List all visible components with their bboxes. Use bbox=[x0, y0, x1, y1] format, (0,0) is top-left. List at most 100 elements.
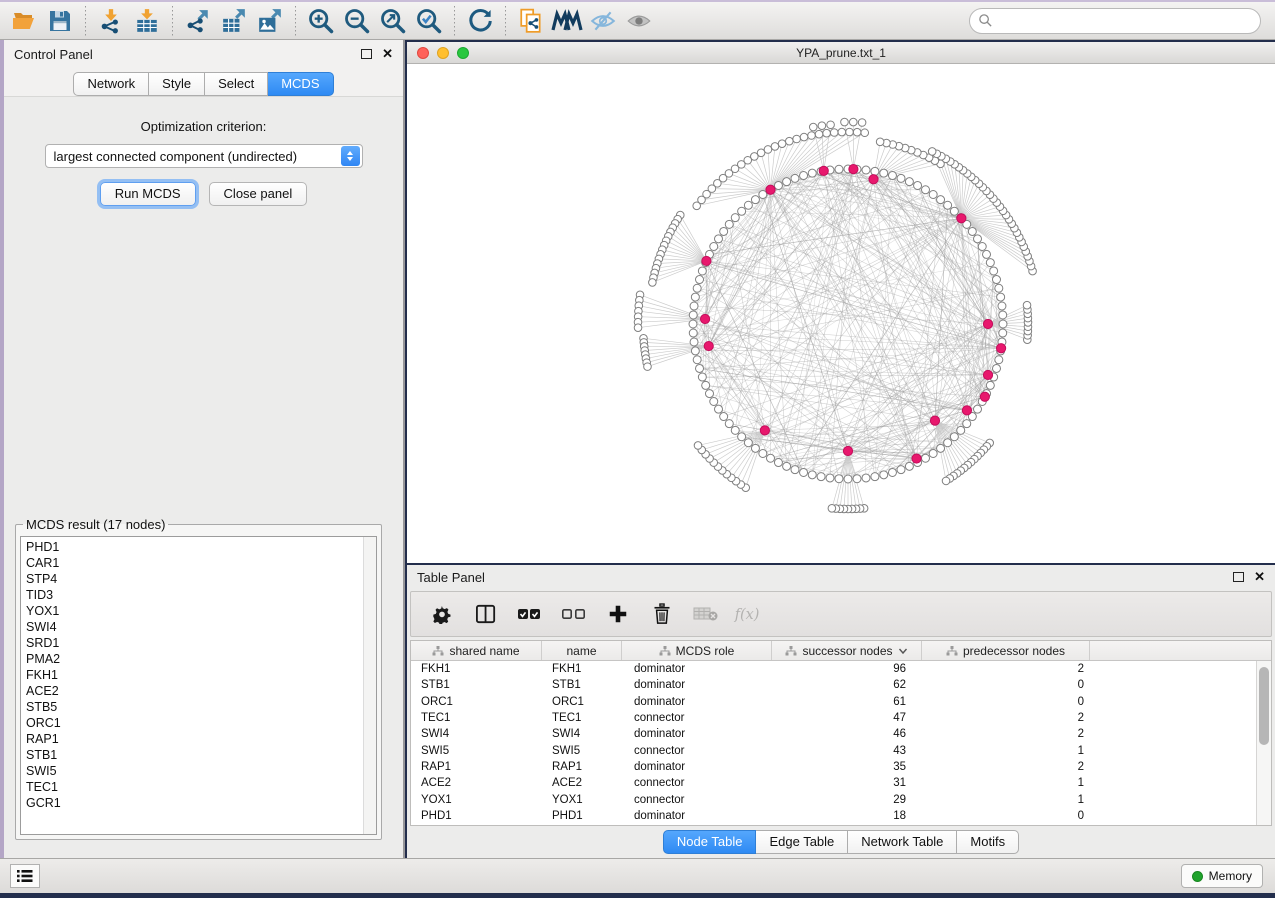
search-box[interactable] bbox=[969, 8, 1261, 34]
table-scrollbar[interactable] bbox=[1256, 661, 1271, 825]
delete-column-icon[interactable] bbox=[645, 597, 679, 631]
table-cell: 2 bbox=[922, 728, 1090, 740]
table-tab-motifs[interactable]: Motifs bbox=[957, 830, 1019, 854]
table-row[interactable]: ORC1ORC1dominator610 bbox=[411, 694, 1256, 710]
column-header-mcds-role[interactable]: MCDS role bbox=[622, 641, 772, 660]
table-tab-node-table[interactable]: Node Table bbox=[663, 830, 757, 854]
mcds-result-group: MCDS result (17 nodes) PHD1CAR1STP4TID3Y… bbox=[15, 517, 382, 840]
memory-button[interactable]: Memory bbox=[1181, 864, 1263, 888]
table-row[interactable]: FKH1FKH1dominator962 bbox=[411, 661, 1256, 677]
mcds-node-item[interactable]: STB1 bbox=[26, 747, 376, 763]
network-window-titlebar[interactable]: YPA_prune.txt_1 bbox=[407, 42, 1275, 64]
table-cell: 96 bbox=[772, 663, 922, 675]
delete-table-icon bbox=[689, 597, 723, 631]
mcds-node-item[interactable]: SRD1 bbox=[26, 635, 376, 651]
import-network-icon[interactable] bbox=[93, 5, 129, 37]
table-row[interactable]: SWI4SWI4dominator462 bbox=[411, 726, 1256, 742]
deselect-all-icon[interactable] bbox=[557, 597, 591, 631]
new-network-from-selection-icon[interactable] bbox=[513, 5, 549, 37]
export-image-icon[interactable] bbox=[252, 5, 288, 37]
zoom-fit-icon[interactable] bbox=[375, 5, 411, 37]
table-scrollbar-thumb[interactable] bbox=[1259, 667, 1269, 745]
mcds-node-item[interactable]: STB5 bbox=[26, 699, 376, 715]
first-neighbors-icon[interactable] bbox=[549, 5, 585, 37]
table-tab-edge-table[interactable]: Edge Table bbox=[756, 830, 848, 854]
close-panel-icon[interactable]: ✕ bbox=[382, 49, 393, 59]
refresh-icon[interactable] bbox=[462, 5, 498, 37]
table-cell: 46 bbox=[772, 728, 922, 740]
show-all-icon[interactable] bbox=[621, 5, 657, 37]
mcds-node-item[interactable]: STP4 bbox=[26, 571, 376, 587]
column-header-name[interactable]: name bbox=[542, 641, 622, 660]
table-cell: FKH1 bbox=[542, 663, 622, 675]
control-panel-title: Control Panel bbox=[14, 47, 93, 62]
tab-style[interactable]: Style bbox=[149, 72, 205, 96]
tab-select[interactable]: Select bbox=[205, 72, 268, 96]
close-panel-button[interactable]: Close panel bbox=[209, 182, 308, 206]
table-row[interactable]: YOX1YOX1connector291 bbox=[411, 791, 1256, 807]
mcds-node-item[interactable]: GCR1 bbox=[26, 795, 376, 811]
tab-network[interactable]: Network bbox=[73, 72, 149, 96]
new-column-icon[interactable] bbox=[601, 597, 635, 631]
mcds-node-item[interactable]: PHD1 bbox=[26, 539, 376, 555]
table-settings-icon[interactable] bbox=[425, 597, 459, 631]
table-cell: PHD1 bbox=[411, 810, 542, 822]
table-cell: 2 bbox=[922, 761, 1090, 773]
select-all-icon[interactable] bbox=[513, 597, 547, 631]
show-panels-menu-button[interactable] bbox=[10, 864, 40, 888]
mcds-result-list[interactable]: PHD1CAR1STP4TID3YOX1SWI4SRD1PMA2FKH1ACE2… bbox=[20, 536, 377, 835]
search-input[interactable] bbox=[993, 14, 1252, 28]
open-session-icon[interactable] bbox=[6, 5, 42, 37]
export-network-icon[interactable] bbox=[180, 5, 216, 37]
criterion-select[interactable]: largest connected component (undirected) bbox=[45, 144, 363, 168]
zoom-out-icon[interactable] bbox=[339, 5, 375, 37]
run-mcds-button[interactable]: Run MCDS bbox=[100, 182, 196, 206]
mcds-node-item[interactable]: RAP1 bbox=[26, 731, 376, 747]
table-row[interactable]: PHD1PHD1dominator180 bbox=[411, 808, 1256, 824]
mcds-node-item[interactable]: YOX1 bbox=[26, 603, 376, 619]
close-table-panel-icon[interactable]: ✕ bbox=[1254, 572, 1265, 582]
zoom-selected-icon[interactable] bbox=[411, 5, 447, 37]
mcds-node-item[interactable]: ORC1 bbox=[26, 715, 376, 731]
network-window-title: YPA_prune.txt_1 bbox=[407, 46, 1275, 60]
table-row[interactable]: RAP1RAP1dominator352 bbox=[411, 759, 1256, 775]
table-cell: ORC1 bbox=[411, 696, 542, 708]
mcds-node-item[interactable]: ACE2 bbox=[26, 683, 376, 699]
tab-mcds[interactable]: MCDS bbox=[268, 72, 333, 96]
import-table-icon[interactable] bbox=[129, 5, 165, 37]
network-view-window: YPA_prune.txt_1 bbox=[407, 42, 1275, 563]
table-cell: 0 bbox=[922, 679, 1090, 691]
export-table-icon[interactable] bbox=[216, 5, 252, 37]
network-canvas[interactable] bbox=[407, 64, 1275, 563]
column-header-shared-name[interactable]: shared name bbox=[411, 641, 542, 660]
control-panel-tabs: NetworkStyleSelectMCDS bbox=[4, 72, 403, 96]
mcds-node-item[interactable]: FKH1 bbox=[26, 667, 376, 683]
mcds-node-item[interactable]: TEC1 bbox=[26, 779, 376, 795]
table-row[interactable]: ACE2ACE2connector311 bbox=[411, 775, 1256, 791]
mcds-node-item[interactable]: SWI4 bbox=[26, 619, 376, 635]
column-header-successor-nodes[interactable]: successor nodes bbox=[772, 641, 922, 660]
float-panel-icon[interactable] bbox=[361, 49, 372, 59]
table-cell: 43 bbox=[772, 745, 922, 757]
table-cell: ACE2 bbox=[542, 777, 622, 789]
table-cell: SWI5 bbox=[411, 745, 542, 757]
mcds-list-scrollbar[interactable] bbox=[363, 537, 376, 834]
table-cell: FKH1 bbox=[411, 663, 542, 675]
mcds-node-item[interactable]: PMA2 bbox=[26, 651, 376, 667]
network-graph[interactable] bbox=[407, 64, 1273, 563]
mcds-node-item[interactable]: SWI5 bbox=[26, 763, 376, 779]
mcds-node-item[interactable]: CAR1 bbox=[26, 555, 376, 571]
show-hide-columns-icon[interactable] bbox=[469, 597, 503, 631]
table-tab-network-table[interactable]: Network Table bbox=[848, 830, 957, 854]
column-header-predecessor-nodes[interactable]: predecessor nodes bbox=[922, 641, 1090, 660]
save-session-icon[interactable] bbox=[42, 5, 78, 37]
search-icon bbox=[978, 13, 993, 28]
float-table-panel-icon[interactable] bbox=[1233, 572, 1244, 582]
table-row[interactable]: STB1STB1dominator620 bbox=[411, 677, 1256, 693]
mcds-node-item[interactable]: TID3 bbox=[26, 587, 376, 603]
table-row[interactable]: TEC1TEC1connector472 bbox=[411, 710, 1256, 726]
memory-label: Memory bbox=[1209, 869, 1252, 883]
hide-selected-icon[interactable] bbox=[585, 5, 621, 37]
table-row[interactable]: SWI5SWI5connector431 bbox=[411, 742, 1256, 758]
zoom-in-icon[interactable] bbox=[303, 5, 339, 37]
